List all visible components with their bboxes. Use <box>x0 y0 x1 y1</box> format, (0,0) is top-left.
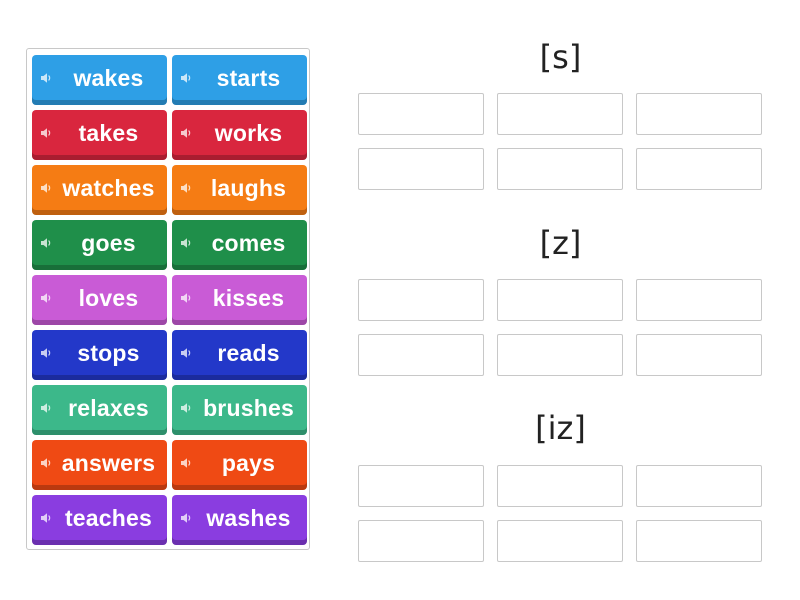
drop-slot[interactable] <box>358 148 484 190</box>
word-tile-answers[interactable]: answers <box>32 440 167 490</box>
speaker-icon[interactable] <box>40 457 52 469</box>
word-tile-watches[interactable]: watches <box>32 165 167 215</box>
word-tile-label: goes <box>81 229 136 256</box>
word-tile-works[interactable]: works <box>172 110 307 160</box>
word-tile-label: watches <box>62 174 155 201</box>
drop-slot[interactable] <box>497 520 623 562</box>
drop-slot[interactable] <box>358 520 484 562</box>
drop-slot[interactable] <box>497 148 623 190</box>
word-tile-label: starts <box>216 64 281 91</box>
speaker-icon[interactable] <box>40 402 52 414</box>
drop-slot[interactable] <box>358 93 484 135</box>
drop-slot[interactable] <box>358 465 484 507</box>
drop-slot[interactable] <box>636 279 762 321</box>
speaker-icon[interactable] <box>180 292 192 304</box>
speaker-icon[interactable] <box>180 512 192 524</box>
drop-slot[interactable] <box>358 279 484 321</box>
speaker-icon[interactable] <box>180 72 192 84</box>
speaker-icon[interactable] <box>180 237 192 249</box>
word-tile-label: works <box>214 119 283 146</box>
drop-slot[interactable] <box>636 465 762 507</box>
speaker-icon[interactable] <box>40 512 52 524</box>
word-tile-goes[interactable]: goes <box>32 220 167 270</box>
speaker-icon[interactable] <box>180 402 192 414</box>
word-tile-label: loves <box>78 284 139 311</box>
word-tile-laughs[interactable]: laughs <box>172 165 307 215</box>
word-tile-label: stops <box>77 339 140 366</box>
word-tile-relaxes[interactable]: relaxes <box>32 385 167 435</box>
word-tile-loves[interactable]: loves <box>32 275 167 325</box>
word-tile-takes[interactable]: takes <box>32 110 167 160</box>
word-tile-label: takes <box>78 119 139 146</box>
word-tile-wakes[interactable]: wakes <box>32 55 167 105</box>
drop-slot[interactable] <box>358 334 484 376</box>
speaker-icon[interactable] <box>40 72 52 84</box>
word-tile-label: washes <box>206 504 291 531</box>
drop-zone-s <box>358 93 762 190</box>
group-title-iz: [iz] <box>535 409 586 447</box>
word-tile-reads[interactable]: reads <box>172 330 307 380</box>
drop-slot[interactable] <box>497 334 623 376</box>
group-title-z: [z] <box>539 224 582 262</box>
word-tile-label: pays <box>221 449 276 476</box>
speaker-icon[interactable] <box>40 127 52 139</box>
word-tile-grid: wakes starts takes works watches laughs goes co… <box>32 55 307 545</box>
word-tile-label: brushes <box>203 394 294 421</box>
word-tile-pays[interactable]: pays <box>172 440 307 490</box>
drop-slot[interactable] <box>497 465 623 507</box>
word-tile-stops[interactable]: stops <box>32 330 167 380</box>
word-tile-label: comes <box>211 229 286 256</box>
word-tile-label: laughs <box>210 174 287 201</box>
word-tile-washes[interactable]: washes <box>172 495 307 545</box>
speaker-icon[interactable] <box>180 347 192 359</box>
group-title-s: [s] <box>539 38 582 76</box>
word-tile-label: kisses <box>212 284 285 311</box>
speaker-icon[interactable] <box>180 457 192 469</box>
drop-zone-iz <box>358 465 762 562</box>
drop-slot[interactable] <box>636 334 762 376</box>
word-tile-label: teaches <box>64 504 153 531</box>
drop-slot[interactable] <box>636 148 762 190</box>
drop-zone-z <box>358 279 762 376</box>
word-tile-label: reads <box>217 339 280 366</box>
word-tile-kisses[interactable]: kisses <box>172 275 307 325</box>
speaker-icon[interactable] <box>40 182 52 194</box>
speaker-icon[interactable] <box>180 182 192 194</box>
drop-slot[interactable] <box>497 279 623 321</box>
word-tile-label: relaxes <box>68 394 149 421</box>
word-tile-label: wakes <box>73 64 144 91</box>
word-tile-starts[interactable]: starts <box>172 55 307 105</box>
word-tile-panel: wakes starts takes works watches laughs goes co… <box>26 48 310 550</box>
drop-slot[interactable] <box>636 520 762 562</box>
speaker-icon[interactable] <box>40 347 52 359</box>
drop-slot[interactable] <box>497 93 623 135</box>
word-tile-label: answers <box>61 449 156 476</box>
speaker-icon[interactable] <box>40 237 52 249</box>
speaker-icon[interactable] <box>40 292 52 304</box>
word-tile-comes[interactable]: comes <box>172 220 307 270</box>
drop-slot[interactable] <box>636 93 762 135</box>
speaker-icon[interactable] <box>180 127 192 139</box>
word-tile-teaches[interactable]: teaches <box>32 495 167 545</box>
word-tile-brushes[interactable]: brushes <box>172 385 307 435</box>
